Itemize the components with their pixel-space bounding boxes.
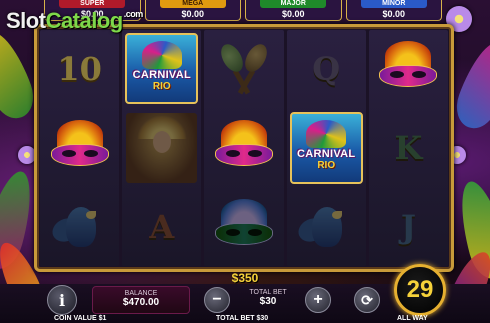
wild-text-bottom: RIO	[317, 160, 336, 172]
balance-display: BALANCE $470.00	[92, 286, 190, 314]
coin-value-label: COIN VALUE $1	[54, 315, 107, 322]
symbol-mask	[369, 30, 448, 107]
carnival-mask-icon	[379, 40, 438, 97]
wild-text-top: CARNIVAL	[132, 69, 192, 81]
carnival-rio-wild-icon: CARNIVAL RIO	[289, 112, 363, 184]
reel-5: K J	[368, 30, 449, 266]
carnival-mask-icon	[50, 119, 109, 176]
increase-bet-button[interactable]: +	[305, 287, 331, 313]
symbol-letter: A	[149, 208, 175, 247]
info-button[interactable]: i	[47, 285, 77, 315]
jackpot-label: SUPER	[59, 0, 126, 8]
symbol-maracas	[204, 30, 283, 107]
carnival-mask-icon	[215, 199, 273, 255]
parrot-icon	[48, 199, 108, 255]
symbol-parrot	[40, 189, 119, 266]
autoplay-button[interactable]: ⟳	[354, 287, 380, 313]
symbol-parrot	[287, 189, 366, 266]
feather-decoration	[449, 35, 490, 135]
reels: 10 CARNIVAL RIO A Q CARNIVAL RIO K J	[40, 30, 449, 266]
symbol-letter: 10	[57, 49, 102, 88]
maracas-icon	[216, 40, 272, 97]
total-bet-label: TOTAL BET	[249, 289, 287, 296]
symbol-letter: J	[400, 208, 416, 247]
carnival-mask-icon	[215, 119, 273, 176]
symbol-q: Q	[287, 30, 366, 107]
balance-value: $470.00	[122, 297, 160, 308]
parrot-icon	[294, 199, 354, 255]
reel-4: Q CARNIVAL RIO	[286, 30, 366, 266]
jackpot-label: MEGA	[159, 0, 226, 8]
ways-label: ALL WAY	[397, 315, 428, 322]
balance-label: BALANCE	[124, 290, 158, 297]
total-bet-display: TOTAL BET $30	[236, 287, 300, 313]
jackpot-label: MAJOR	[260, 0, 327, 8]
decrease-bet-button[interactable]: −	[204, 287, 230, 313]
symbol-mask	[204, 189, 283, 266]
symbol-j: J	[369, 189, 448, 266]
wild-text-bottom: RIO	[152, 81, 171, 92]
jackpot-value: $0.00	[181, 9, 205, 19]
jackpot-mega: MEGA $0.00	[144, 0, 241, 21]
reel-frame: 10 CARNIVAL RIO A Q CARNIVAL RIO K J	[34, 24, 454, 272]
slotcatalog-logo: SlotCatalog.com	[6, 8, 143, 33]
total-bet-value: $30	[259, 296, 277, 307]
game-screen: SUPER $0.00 MEGA $0.00 MAJOR $0.00 MINOR…	[0, 0, 490, 323]
jackpot-value: $0.00	[281, 9, 305, 19]
symbol-mask	[40, 109, 119, 186]
symbol-wild: CARNIVAL RIO	[287, 109, 366, 186]
reel-1: 10	[40, 30, 120, 266]
wild-text-top: CARNIVAL	[297, 148, 356, 161]
jackpot-major: MAJOR $0.00	[245, 0, 342, 21]
symbol-a: A	[122, 189, 201, 266]
symbol-mask	[204, 109, 283, 186]
jackpot-minor: MINOR $0.00	[345, 0, 442, 21]
reel-2: CARNIVAL RIO A	[122, 30, 202, 266]
jackpot-label: MINOR	[360, 0, 427, 8]
total-bet-footer: TOTAL BET $30	[216, 315, 269, 322]
symbol-letter: K	[394, 128, 423, 167]
reel-3	[204, 30, 284, 266]
symbol-wild: CARNIVAL RIO	[122, 30, 201, 107]
symbol-ten: 10	[40, 30, 119, 107]
symbol-letter: Q	[312, 49, 341, 88]
carnival-rio-wild-icon: CARNIVAL RIO	[125, 33, 199, 105]
symbol-dancer	[122, 109, 201, 186]
samba-dancer-icon	[126, 113, 198, 183]
jackpot-value: $0.00	[382, 9, 406, 19]
spin-button[interactable]: 29	[394, 264, 446, 316]
symbol-k: K	[369, 109, 448, 186]
